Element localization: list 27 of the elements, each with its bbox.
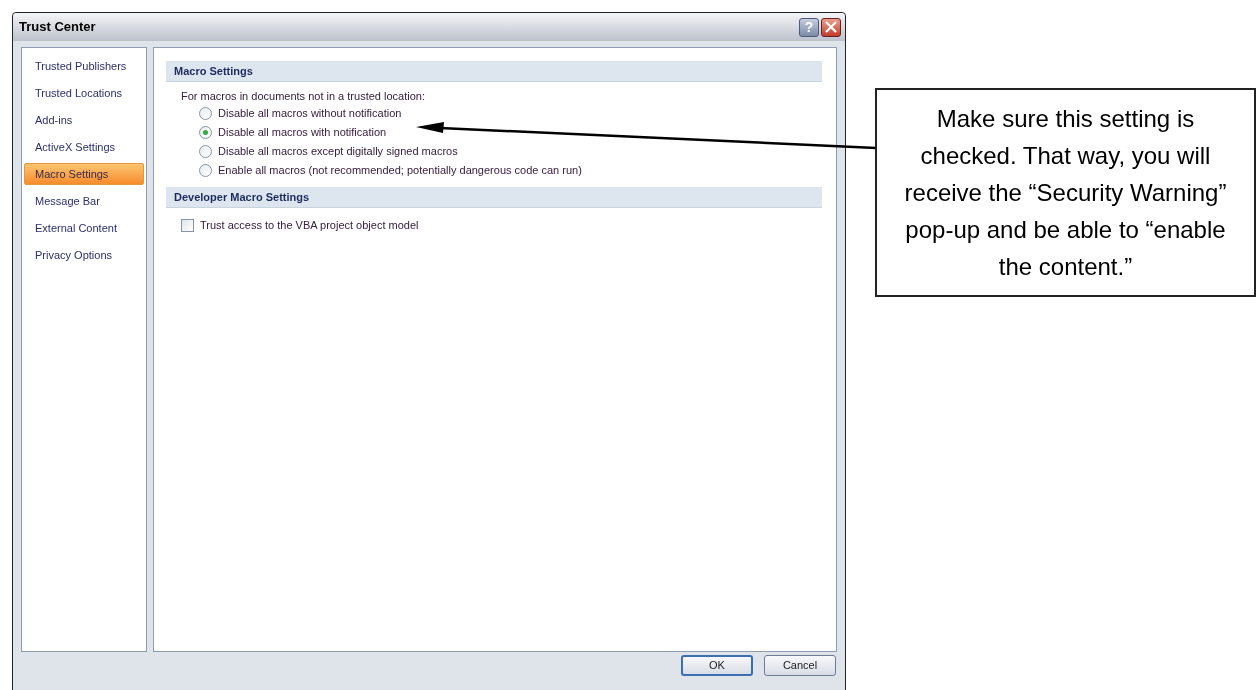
section-header: Developer Macro Settings — [166, 187, 822, 208]
option-label: Trust access to the VBA project object model — [200, 218, 419, 234]
sidebar-item[interactable]: Privacy Options — [24, 244, 144, 266]
close-button[interactable] — [821, 17, 841, 37]
sidebar-item[interactable]: ActiveX Settings — [24, 136, 144, 158]
sidebar-item[interactable]: Macro Settings — [24, 163, 144, 185]
option-label: Disable all macros with notification — [218, 125, 387, 141]
section-label: For macros in documents not in a trusted location: — [181, 89, 426, 104]
window-title: Trust Center — [19, 18, 97, 37]
ok-button[interactable]: OK — [681, 655, 753, 676]
sidebar-item[interactable]: Trusted Publishers — [24, 55, 144, 77]
option-label: Disable all macros except digitally signed macros — [218, 144, 458, 160]
radio-button[interactable] — [199, 126, 212, 139]
close-icon — [825, 21, 837, 33]
radio-button[interactable] — [199, 107, 212, 120]
option-label: Disable all macros without notification — [218, 106, 402, 122]
sidebar-item[interactable]: Message Bar — [24, 190, 144, 212]
sidebar-item[interactable]: Trusted Locations — [24, 82, 144, 104]
option-label: Enable all macros (not recommended; potentially dangerous code can run) — [218, 163, 582, 179]
radio-button[interactable] — [199, 164, 212, 177]
sidebar-item[interactable]: Add-ins — [24, 109, 144, 131]
radio-button[interactable] — [199, 145, 212, 158]
section-header: Macro Settings — [166, 61, 822, 82]
checkbox[interactable] — [181, 219, 194, 232]
cancel-button[interactable]: Cancel — [764, 655, 836, 676]
sidebar-item[interactable]: External Content — [24, 217, 144, 239]
callout-note: Make sure this setting is checked. That way, you will receive the “Security Warning” pop-up and be able to “enable the content.” — [875, 88, 1256, 297]
